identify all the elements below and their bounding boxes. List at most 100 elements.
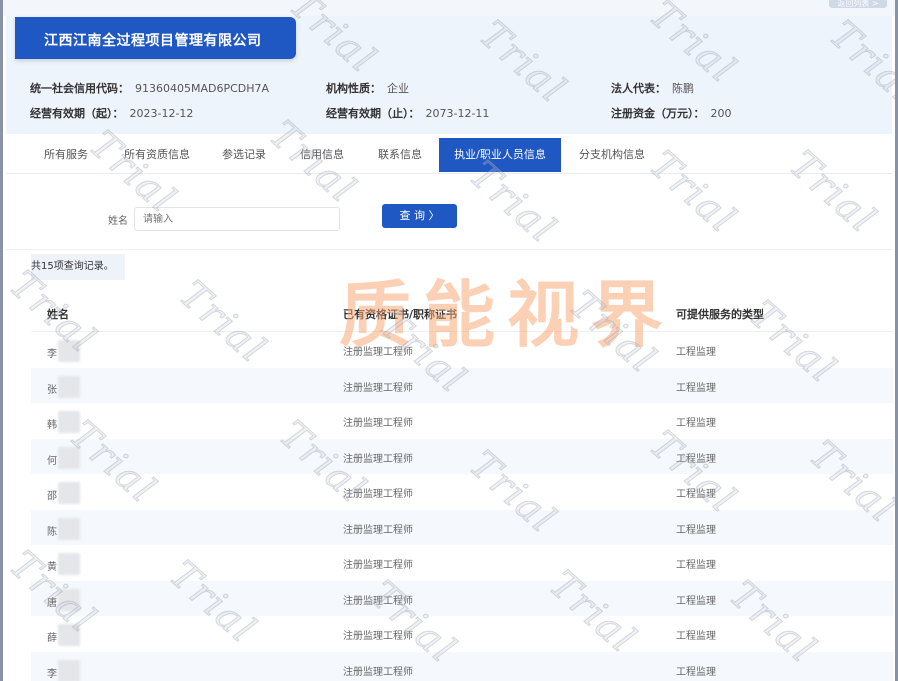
capital-value: 200 bbox=[710, 107, 732, 120]
cell-certificate: 注册监理工程师 bbox=[343, 524, 413, 536]
table-row: 张 注册监理工程师 工程监理 bbox=[31, 367, 893, 403]
header-certificate: 已有资格证书/职称证书 bbox=[343, 308, 458, 321]
tab-branch-info[interactable]: 分支机构信息 bbox=[574, 138, 650, 172]
cell-service-type: 工程监理 bbox=[676, 595, 716, 607]
tab-bid-records[interactable]: 参选记录 bbox=[212, 138, 276, 172]
name-label: 姓名 bbox=[108, 216, 128, 227]
tab-qualifications[interactable]: 所有资质信息 bbox=[114, 138, 200, 172]
cell-service-type: 工程监理 bbox=[676, 524, 716, 536]
table-row: 陈 注册监理工程师 工程监理 bbox=[31, 509, 893, 545]
table-row: 韩 注册监理工程师 工程监理 bbox=[31, 403, 893, 439]
credit-code-value: 91360405MAD6PCDH7A bbox=[135, 82, 270, 95]
table-row: 薛 注册监理工程师 工程监理 bbox=[31, 616, 893, 652]
table-row: 李 注册监理工程师 工程监理 bbox=[31, 332, 893, 368]
legal-rep-label: 法人代表： bbox=[611, 82, 666, 95]
top-strip: 返回列表 > bbox=[3, 0, 895, 16]
nature-info: 机构性质： 企业 bbox=[326, 80, 409, 96]
header-service-type: 可提供服务的类型 bbox=[676, 308, 764, 321]
valid-to-value: 2073-12-11 bbox=[425, 107, 490, 120]
result-count: 共15项查询记录。 bbox=[31, 254, 125, 280]
name-search-input[interactable] bbox=[134, 207, 340, 231]
redacted-name-block bbox=[58, 375, 80, 398]
credit-code-info: 统一社会信用代码： 91360405MAD6PCDH7A bbox=[30, 80, 269, 96]
nature-value: 企业 bbox=[387, 82, 409, 95]
cell-service-type: 工程监理 bbox=[676, 453, 716, 465]
cell-name: 李 bbox=[47, 659, 80, 681]
cell-name: 张 bbox=[47, 375, 80, 401]
table-body: 李注册监理工程师 工程监理张注册监理工程师 工程监理韩注册监理工程师 工程监理何注册监… bbox=[31, 332, 893, 681]
tab-contact-info[interactable]: 联系信息 bbox=[368, 138, 432, 172]
table-header: 姓名 已有资格证书/职称证书 可提供服务的类型 bbox=[31, 292, 893, 332]
cell-certificate: 注册监理工程师 bbox=[343, 631, 413, 642]
person-surname: 薛 bbox=[47, 633, 57, 644]
tab-bar: 所有服务 所有资质信息 参选记录 信用信息 联系信息 执业/职业人员信息 分支机… bbox=[6, 134, 892, 174]
cell-name: 陈 bbox=[47, 517, 80, 543]
cell-certificate: 注册监理工程师 bbox=[343, 382, 413, 394]
table-row: 邵 注册监理工程师 工程监理 bbox=[31, 474, 893, 510]
cell-name: 何 bbox=[47, 446, 80, 472]
person-surname: 张 bbox=[47, 384, 57, 396]
table-row: 黄 注册监理工程师 工程监理 bbox=[31, 545, 893, 581]
valid-to-info: 经营有效期（止）： 2073-12-11 bbox=[326, 105, 489, 121]
back-to-list-button[interactable]: 返回列表 > bbox=[829, 0, 887, 8]
tab-practitioner-info[interactable]: 执业/职业人员信息 bbox=[439, 138, 561, 172]
table-row: 何 注册监理工程师 工程监理 bbox=[31, 438, 893, 474]
person-surname: 陈 bbox=[47, 526, 57, 538]
capital-info: 注册资金（万元）： 200 bbox=[611, 105, 732, 121]
table-row: 唐 注册监理工程师 工程监理 bbox=[31, 580, 893, 616]
credit-code-label: 统一社会信用代码： bbox=[30, 82, 129, 95]
redacted-name-block bbox=[58, 659, 80, 681]
redacted-name-block bbox=[58, 624, 80, 646]
cell-certificate: 注册监理工程师 bbox=[343, 418, 413, 429]
legal-rep-value: 陈鹏 bbox=[672, 82, 694, 95]
cell-certificate: 注册监理工程师 bbox=[343, 595, 413, 607]
tab-all-services[interactable]: 所有服务 bbox=[34, 138, 98, 172]
cell-name: 邵 bbox=[47, 482, 80, 507]
person-surname: 黄 bbox=[47, 562, 57, 573]
person-surname: 邵 bbox=[47, 491, 57, 502]
redacted-name-block bbox=[58, 411, 80, 433]
cell-certificate: 注册监理工程师 bbox=[343, 666, 413, 678]
cell-service-type: 工程监理 bbox=[676, 560, 716, 571]
company-name: 江西江南全过程项目管理有限公司 bbox=[44, 33, 262, 49]
valid-from-value: 2023-12-12 bbox=[129, 107, 194, 120]
cell-service-type: 工程监理 bbox=[676, 631, 716, 642]
capital-label: 注册资金（万元）： bbox=[611, 107, 705, 120]
cell-certificate: 注册监理工程师 bbox=[343, 453, 413, 465]
cell-certificate: 注册监理工程师 bbox=[343, 560, 413, 571]
valid-from-info: 经营有效期（起）： 2023-12-12 bbox=[30, 105, 193, 121]
redacted-name-block bbox=[58, 588, 80, 611]
redacted-name-block bbox=[58, 482, 80, 504]
redacted-name-block bbox=[58, 553, 80, 575]
person-surname: 韩 bbox=[47, 420, 57, 431]
cell-service-type: 工程监理 bbox=[676, 347, 716, 358]
person-surname: 何 bbox=[47, 455, 57, 467]
legal-rep-info: 法人代表： 陈鹏 bbox=[611, 80, 694, 96]
header-name: 姓名 bbox=[47, 308, 69, 321]
table-row: 李 注册监理工程师 工程监理 bbox=[31, 651, 893, 681]
cell-name: 黄 bbox=[47, 553, 80, 578]
redacted-name-block bbox=[58, 340, 80, 362]
nature-label: 机构性质： bbox=[326, 82, 381, 95]
cell-name: 薛 bbox=[47, 624, 80, 649]
cell-service-type: 工程监理 bbox=[676, 418, 716, 429]
search-button[interactable]: 查 询 〉 bbox=[382, 204, 457, 228]
cell-certificate: 注册监理工程师 bbox=[343, 347, 413, 358]
person-surname: 李 bbox=[47, 668, 57, 680]
redacted-name-block bbox=[58, 446, 80, 469]
tab-credit-info[interactable]: 信用信息 bbox=[290, 138, 354, 172]
person-surname: 李 bbox=[47, 349, 57, 360]
company-name-banner: 江西江南全过程项目管理有限公司 bbox=[15, 17, 296, 59]
cell-service-type: 工程监理 bbox=[676, 489, 716, 500]
cell-service-type: 工程监理 bbox=[676, 382, 716, 394]
cell-name: 唐 bbox=[47, 588, 80, 614]
company-header: 江西江南全过程项目管理有限公司 统一社会信用代码： 91360405MAD6PCD… bbox=[6, 16, 892, 134]
cell-name: 韩 bbox=[47, 411, 80, 436]
personnel-table: 姓名 已有资格证书/职称证书 可提供服务的类型 李注册监理工程师 工程监理张注册监… bbox=[31, 292, 893, 681]
valid-to-label: 经营有效期（止）： bbox=[326, 107, 420, 120]
cell-service-type: 工程监理 bbox=[676, 666, 716, 678]
app-frame: 返回列表 > 江西江南全过程项目管理有限公司 统一社会信用代码： 91360405… bbox=[0, 0, 898, 681]
cell-certificate: 注册监理工程师 bbox=[343, 489, 413, 500]
person-surname: 唐 bbox=[47, 597, 57, 609]
redacted-name-block bbox=[58, 517, 80, 540]
